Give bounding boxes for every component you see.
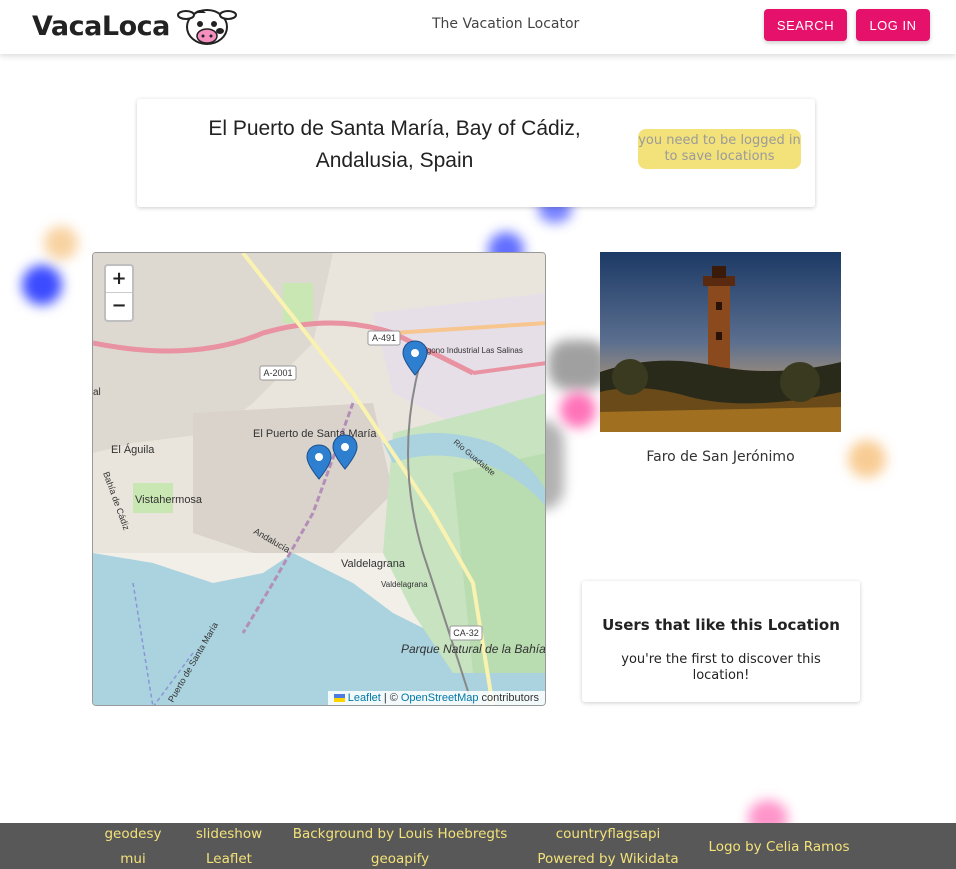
users-card: Users that like this Location you're the… [582,581,860,702]
map-label-city: El Puerto de Santa María [253,428,377,440]
map-label-ca32: CA-32 [453,628,479,638]
map-label-parque: Parque Natural de la Bahía [401,642,546,656]
map-label-poligono: Polígono Industrial Las Salinas [413,346,523,355]
zoom-out-button[interactable]: − [106,293,132,320]
footer-link-geodesy[interactable]: geodesy [104,826,161,842]
footer-link-background[interactable]: Background by Louis Hoebregts [293,826,508,842]
users-empty-text: you're the first to discover this locati… [621,652,821,683]
location-map[interactable]: A-491 A-2001 CA-32 El Puerto de Santa Ma… [92,252,546,706]
location-photo[interactable] [600,252,841,432]
users-title: Users that like this Location [602,616,840,634]
footer-link-logo-by[interactable]: Logo by Celia Ramos [708,839,849,855]
attribution-separator: | © [383,692,398,704]
search-button[interactable]: SEARCH [764,9,847,41]
footer: geodesy mui slideshow Leaflet Background… [0,823,956,869]
app-header: VacaLoca The Vacation Locator SEARCH LOG… [0,0,956,54]
footer-link-geoapify[interactable]: geoapify [371,851,429,867]
footer-link-wikidata[interactable]: Powered by Wikidata [537,851,678,867]
cow-icon [176,9,237,45]
lighthouse-image [600,252,841,432]
location-title: El Puerto de Santa María, Bay of Cádiz, … [208,117,581,172]
zoom-control: + − [104,264,134,322]
decor-blob [548,340,608,390]
map-label-a491: A-491 [372,333,396,343]
map-label-vistahermosa: Vistahermosa [135,494,203,506]
decor-blob [560,392,596,428]
decor-blob [44,226,78,260]
leaflet-link[interactable]: Leaflet [348,692,381,704]
tagline: The Vacation Locator [432,16,580,32]
footer-link-mui[interactable]: mui [120,851,145,867]
footer-link-leaflet[interactable]: Leaflet [206,851,252,867]
footer-link-slideshow[interactable]: slideshow [196,826,262,842]
map-label-valdelagrana: Valdelagrana [341,558,406,570]
map-label-a2001: A-2001 [263,368,292,378]
location-title-card: El Puerto de Santa María, Bay of Cádiz, … [137,99,815,207]
map-label-al: al [93,387,101,398]
map-label-valdelagrana-small: Valdelagrana [381,580,428,589]
photo-caption: Faro de San Jerónimo [646,449,795,465]
login-button[interactable]: LOG IN [856,9,930,41]
map-attribution: Leaflet | © OpenStreetMap contributors [327,691,545,705]
save-location-notice[interactable]: you need to be logged in to save locatio… [638,129,801,169]
logo-text: VacaLoca [32,10,170,42]
osm-link[interactable]: OpenStreetMap [401,692,479,704]
footer-link-countryflags[interactable]: countryflagsapi [556,826,661,842]
map-label-el-aguila: El Águila [111,443,155,456]
map-tiles[interactable]: A-491 A-2001 CA-32 El Puerto de Santa Ma… [93,253,546,706]
decor-blob [22,265,62,305]
logo[interactable]: VacaLoca [32,4,238,48]
attribution-contributors: contributors [481,692,539,704]
decor-blob [848,440,886,478]
zoom-in-button[interactable]: + [106,266,132,293]
ukraine-flag-icon [333,694,345,702]
